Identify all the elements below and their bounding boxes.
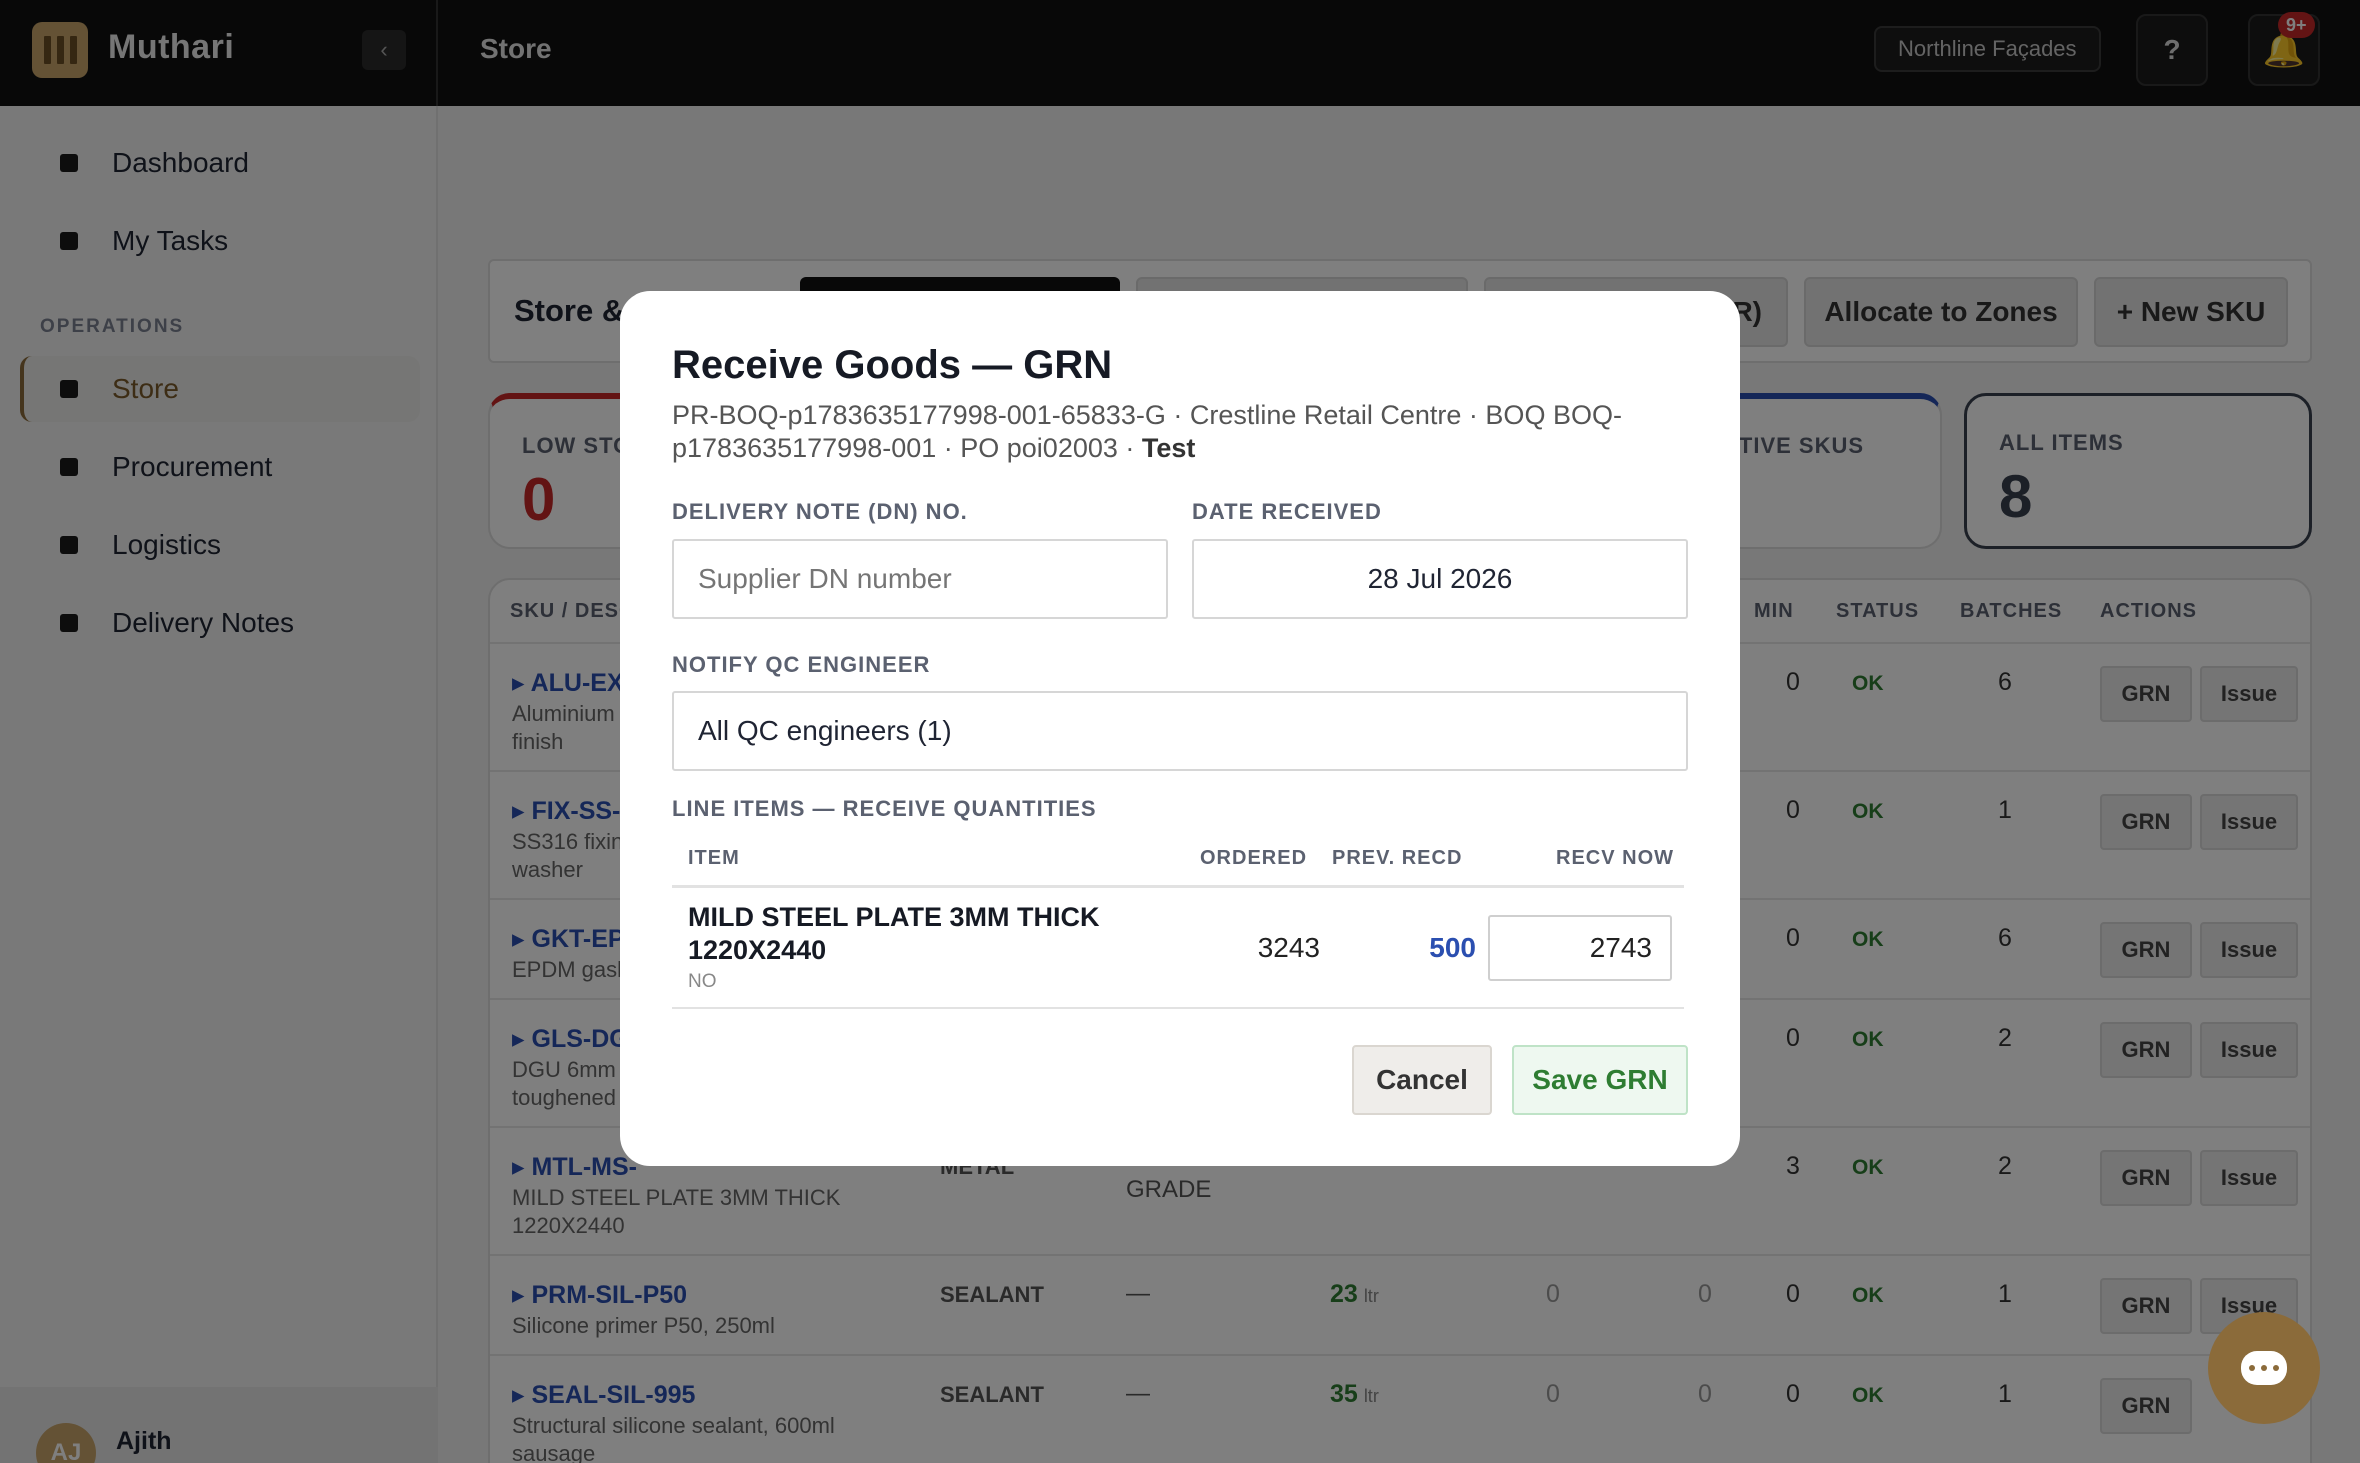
dn-label: DELIVERY NOTE (DN) NO. [672, 499, 968, 524]
line-item-name: MILD STEEL PLATE 3MM THICK 1220X2440 [688, 902, 1100, 965]
column-header-prev-recd: PREV. RECD [1332, 847, 1463, 869]
receive-goods-modal: Receive Goods — GRN PR-BOQ-p178363517799… [620, 291, 1740, 1166]
line-item-prev-received[interactable]: 500 [1400, 932, 1476, 964]
save-grn-button[interactable]: Save GRN [1512, 1045, 1688, 1115]
dn-number-input[interactable] [672, 539, 1168, 619]
cancel-button[interactable]: Cancel [1352, 1045, 1492, 1115]
column-header-ordered: ORDERED [1200, 847, 1308, 869]
receive-now-input[interactable]: 2743 [1488, 915, 1672, 981]
subtitle-tag: Test [1141, 433, 1196, 463]
qc-engineer-select[interactable]: All QC engineers (1) [672, 691, 1688, 771]
date-received-input[interactable]: 28 Jul 2026 [1192, 539, 1688, 619]
date-received-label: DATE RECEIVED [1192, 499, 1382, 524]
column-header-item: ITEM [688, 847, 740, 869]
column-header-recv-now: RECV NOW [1556, 847, 1674, 869]
line-item-ordered: 3243 [1257, 932, 1320, 963]
chat-button[interactable] [2208, 1312, 2320, 1424]
modal-title: Receive Goods — GRN [672, 343, 1113, 387]
modal-subtitle: PR-BOQ-p1783635177998-001-65833-G · Cres… [672, 400, 1622, 463]
qc-engineer-label: NOTIFY QC ENGINEER [672, 652, 931, 677]
line-item-unit: NO [688, 971, 717, 992]
table-divider [672, 1007, 1684, 1009]
chat-icon [2241, 1351, 2287, 1385]
line-items-label: LINE ITEMS — RECEIVE QUANTITIES [672, 796, 1097, 821]
table-divider [672, 885, 1684, 888]
